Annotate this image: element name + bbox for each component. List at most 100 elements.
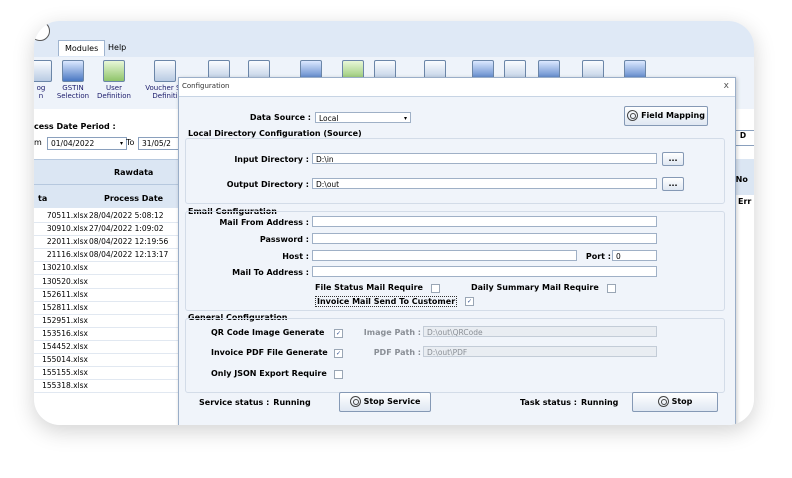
- cell-file: 153516.xlsx: [42, 328, 88, 338]
- input-directory-browse-button[interactable]: ...: [662, 152, 684, 166]
- image-path-field[interactable]: D:\out\QRCode: [423, 326, 657, 337]
- table-row[interactable]: 155318.xlsx: [34, 379, 188, 394]
- cell-file: 154452.xlsx: [42, 342, 88, 351]
- output-directory-field[interactable]: D:\out: [312, 178, 657, 189]
- column-header-data[interactable]: ta: [38, 194, 47, 203]
- output-directory-label: Output Directory :: [226, 180, 309, 189]
- table-row[interactable]: 21116.xlsx08/04/2022 12:13:17: [34, 248, 188, 263]
- cell-file: 155014.xlsx: [42, 355, 88, 365]
- cell-process-date: [88, 329, 89, 338]
- process-date-period-label: cess Date Period :: [34, 122, 116, 131]
- cell-process-date: [88, 381, 89, 390]
- configuration-dialog: Configuration x Data Source : Local ▾ Fi…: [178, 77, 736, 425]
- task-status-value: Running: [580, 398, 619, 407]
- table-row[interactable]: 155155.xlsx: [34, 366, 188, 381]
- gear-icon: [349, 396, 361, 407]
- close-icon[interactable]: x: [724, 81, 729, 91]
- cell-process-date: [88, 316, 89, 325]
- host-field[interactable]: [312, 250, 577, 261]
- cell-file: 152811.xlsx: [42, 302, 88, 312]
- cell-file: 152951.xlsx: [42, 315, 88, 325]
- invoice-pdf-generate-checkbox[interactable]: ✓: [334, 349, 343, 358]
- input-directory-label: Input Directory :: [234, 155, 309, 164]
- input-directory-field[interactable]: D:\in: [312, 153, 657, 164]
- data-source-select[interactable]: Local ▾: [315, 112, 411, 123]
- field-mapping-button[interactable]: Field Mapping: [624, 106, 708, 126]
- cell-file: 30910.xlsx: [46, 224, 88, 234]
- host-label: Host :: [282, 252, 309, 261]
- app-orb[interactable]: [34, 21, 50, 41]
- cell-process-date: 28/04/2022 5:08:12: [89, 211, 164, 220]
- qr-code-generate-label: QR Code Image Generate: [211, 328, 325, 337]
- cell-process-date: [88, 277, 89, 286]
- table-row[interactable]: 153516.xlsx: [34, 327, 188, 341]
- invoice-mail-send-label: Invoice Mail Send To Customer: [315, 296, 458, 307]
- cell-process-date: [88, 342, 89, 351]
- password-label: Password :: [259, 235, 309, 244]
- cell-file: 70511.xlsx: [46, 211, 88, 220]
- gstin-icon: [62, 60, 84, 82]
- grid-header: Rawdata ta Process Date: [34, 159, 188, 208]
- cell-file: 22011.xlsx: [46, 237, 88, 247]
- qr-code-generate-checkbox[interactable]: ✓: [334, 329, 343, 338]
- tab-modules[interactable]: Modules: [58, 40, 106, 56]
- from-prefix: m: [34, 138, 42, 147]
- only-json-export-checkbox[interactable]: [334, 370, 343, 379]
- only-json-export-label: Only JSON Export Require: [211, 369, 327, 378]
- cell-process-date: [88, 303, 89, 312]
- table-row[interactable]: 70511.xlsx28/04/2022 5:08:12: [34, 209, 188, 223]
- table-row[interactable]: 22011.xlsx08/04/2022 12:19:56: [34, 235, 188, 250]
- invoice-mail-send-checkbox[interactable]: ✓: [465, 297, 474, 306]
- mail-from-field[interactable]: [312, 216, 657, 227]
- cell-process-date: [88, 290, 89, 299]
- from-date-picker[interactable]: 01/04/2022 ▾: [47, 137, 127, 150]
- table-row[interactable]: 155014.xlsx: [34, 353, 188, 368]
- image-path-label: Image Path :: [363, 328, 421, 337]
- daily-summary-mail-checkbox[interactable]: [607, 284, 616, 293]
- rawdata-group-header: Rawdata: [114, 168, 154, 177]
- data-source-label: Data Source :: [249, 113, 311, 122]
- table-row[interactable]: 130210.xlsx: [34, 261, 188, 276]
- cell-file: 21116.xlsx: [46, 250, 88, 260]
- file-status-mail-checkbox[interactable]: [431, 284, 440, 293]
- pdf-path-field[interactable]: D:\out\PDF: [423, 346, 657, 357]
- cell-file: 152611.xlsx: [42, 289, 88, 299]
- mail-to-label: Mail To Address :: [232, 268, 309, 277]
- dialog-title: Configuration: [182, 82, 230, 90]
- cell-file: 155318.xlsx: [42, 381, 88, 391]
- right-header-err: Err: [738, 197, 752, 206]
- gear-icon: [627, 110, 639, 121]
- stop-button[interactable]: Stop: [632, 392, 718, 412]
- voucher-icon: [154, 60, 176, 82]
- column-header-process-date[interactable]: Process Date: [104, 194, 163, 203]
- mail-to-field[interactable]: [312, 266, 657, 277]
- table-row[interactable]: 30910.xlsx27/04/2022 1:09:02: [34, 222, 188, 237]
- tab-help[interactable]: Help: [102, 40, 132, 55]
- table-row[interactable]: 152611.xlsx: [34, 288, 188, 302]
- dialog-title-bar: Configuration x: [179, 78, 735, 97]
- pdf-path-label: PDF Path :: [373, 348, 421, 357]
- cell-process-date: [88, 355, 89, 364]
- chevron-down-icon: ▾: [119, 140, 123, 147]
- app-window: Modules Help og n GSTIN Selection User D…: [34, 21, 754, 425]
- port-field[interactable]: 0: [612, 250, 657, 261]
- ribbon-tab-bar: Modules Help: [34, 21, 754, 58]
- cell-process-date: 27/04/2022 1:09:02: [89, 224, 164, 234]
- port-label: Port :: [585, 252, 611, 261]
- cell-file: 130520.xlsx: [42, 276, 88, 286]
- output-directory-browse-button[interactable]: ...: [662, 177, 684, 191]
- header-divider: [34, 184, 188, 185]
- password-field[interactable]: [312, 233, 657, 244]
- service-status: Service status : Running: [199, 398, 311, 407]
- cell-process-date: [88, 263, 89, 272]
- table-row[interactable]: 152811.xlsx: [34, 301, 188, 315]
- user-definition-button[interactable]: User Definition: [89, 60, 139, 100]
- table-row[interactable]: 152951.xlsx: [34, 314, 188, 328]
- stop-service-button[interactable]: Stop Service: [339, 392, 431, 412]
- table-row[interactable]: 130520.xlsx: [34, 275, 188, 289]
- table-row[interactable]: 154452.xlsx: [34, 340, 188, 354]
- invoice-pdf-generate-label: Invoice PDF File Generate: [211, 348, 328, 357]
- chevron-down-icon: ▾: [403, 115, 407, 122]
- file-status-mail-label: File Status Mail Require: [315, 283, 423, 292]
- task-status: Task status : Running: [520, 398, 619, 407]
